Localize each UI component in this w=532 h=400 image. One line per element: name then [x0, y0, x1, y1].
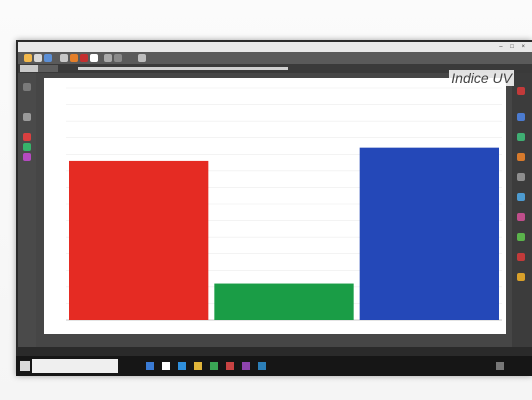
bar-3[interactable]: [359, 147, 499, 320]
right-tool-2-icon[interactable]: [517, 113, 525, 121]
sensor-icon[interactable]: [104, 54, 112, 62]
record-icon[interactable]: [80, 54, 88, 62]
tab-table[interactable]: [38, 65, 58, 72]
right-tool-4-icon[interactable]: [517, 153, 525, 161]
bar-2[interactable]: [214, 283, 354, 320]
right-tool-10-icon[interactable]: [517, 273, 525, 281]
taskbar-app-7-icon[interactable]: [242, 362, 250, 370]
uv-bar-chart: [66, 87, 502, 321]
taskbar-app-8-icon[interactable]: [258, 362, 266, 370]
right-tool-6-icon[interactable]: [517, 193, 525, 201]
monitor: – □ × Indice UV: [16, 40, 532, 376]
progress-strip: [78, 67, 288, 70]
taskbar-app-6-icon[interactable]: [226, 362, 234, 370]
sensor-purple-icon[interactable]: [23, 153, 31, 161]
photo-frame: – □ × Indice UV: [0, 0, 532, 400]
open-icon[interactable]: [34, 54, 42, 62]
right-tool-3-icon[interactable]: [517, 133, 525, 141]
tab-graph[interactable]: [20, 65, 40, 72]
sensor-green-icon[interactable]: [23, 143, 31, 151]
system-tray-icon[interactable]: [496, 362, 504, 370]
pointer-icon[interactable]: [23, 83, 31, 91]
taskbar-app-3-icon[interactable]: [178, 362, 186, 370]
app-window: – □ × Indice UV: [18, 42, 532, 347]
stop-icon[interactable]: [114, 54, 122, 62]
right-tool-7-icon[interactable]: [517, 213, 525, 221]
right-rail: [512, 73, 532, 347]
right-tool-5-icon[interactable]: [517, 173, 525, 181]
bar-1[interactable]: [69, 160, 209, 320]
sensor-red-icon[interactable]: [23, 133, 31, 141]
title-bar: – □ ×: [18, 42, 532, 52]
settings-icon[interactable]: [70, 54, 78, 62]
taskbar-active-item[interactable]: [32, 359, 118, 373]
toolbar: [18, 52, 532, 64]
right-tool-8-icon[interactable]: [517, 233, 525, 241]
new-icon[interactable]: [24, 54, 32, 62]
right-tool-1-icon[interactable]: [517, 87, 525, 95]
print-icon[interactable]: [60, 54, 68, 62]
left-rail: [18, 73, 36, 347]
taskbar-app-5-icon[interactable]: [210, 362, 218, 370]
taskbar-app-4-icon[interactable]: [194, 362, 202, 370]
play-icon[interactable]: [90, 54, 98, 62]
zoom-icon[interactable]: [23, 113, 31, 121]
right-tool-9-icon[interactable]: [517, 253, 525, 261]
window-controls[interactable]: – □ ×: [499, 42, 528, 52]
taskbar: [16, 356, 532, 376]
taskbar-app-2-icon[interactable]: [162, 362, 170, 370]
taskbar-app-1-icon[interactable]: [146, 362, 154, 370]
chart-title: Indice UV: [449, 70, 514, 86]
export-icon[interactable]: [138, 54, 146, 62]
windows-start-icon[interactable]: [20, 361, 30, 371]
chart-panel: Indice UV: [44, 70, 514, 334]
save-icon[interactable]: [44, 54, 52, 62]
